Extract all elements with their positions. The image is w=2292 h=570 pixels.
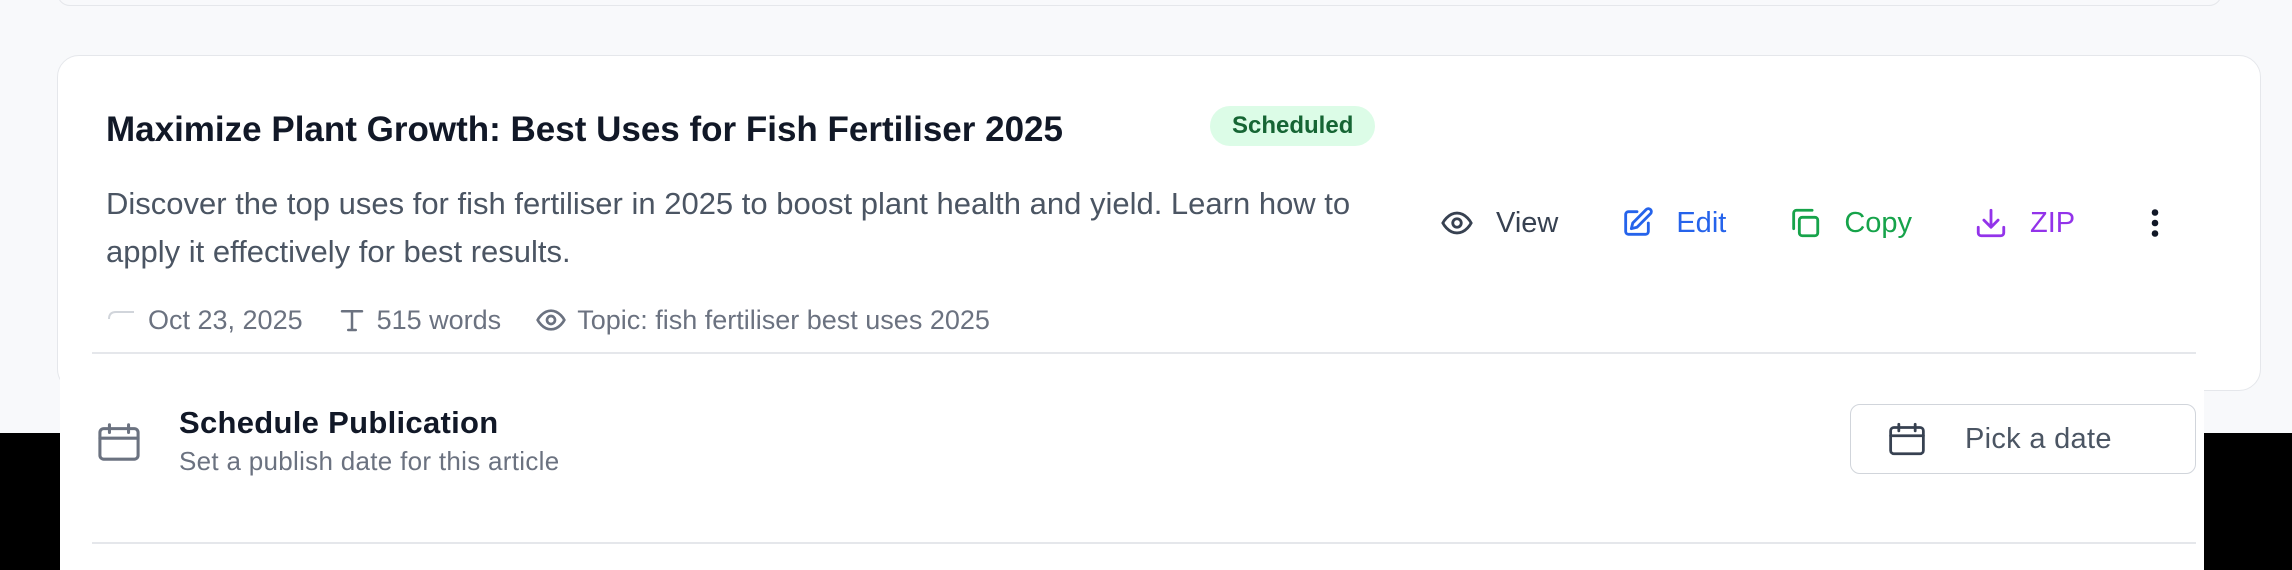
copy-button[interactable]: Copy [1788, 196, 1912, 250]
calendar-icon [108, 311, 134, 320]
more-vertical-icon [2151, 209, 2159, 237]
edit-button-label: Edit [1676, 206, 1727, 239]
meta-words-text: 515 words [376, 304, 502, 335]
meta-topic: Topic: fish fertiliser best uses 2025 [535, 304, 990, 336]
article-title[interactable]: Maximize Plant Growth: Best Uses for Fis… [106, 110, 1063, 150]
view-button-label: View [1496, 206, 1559, 239]
previous-article-card [57, 0, 2222, 6]
more-options-button[interactable] [2145, 196, 2187, 250]
calendar-icon [98, 423, 140, 461]
pencil-square-icon [1624, 207, 1654, 236]
article-actions: View Edit Copy ZIP [1440, 196, 2187, 250]
view-button[interactable]: View [1440, 196, 1558, 250]
pick-date-button[interactable]: Pick a date [1850, 404, 2196, 474]
copy-button-label: Copy [1844, 206, 1913, 239]
divider [92, 352, 2196, 354]
article-meta: Oct 23, 2025 515 words Topic: fish ferti… [106, 302, 1024, 338]
zip-download-button[interactable]: ZIP [1974, 196, 2075, 250]
meta-date: Oct 23, 2025 [106, 305, 303, 336]
meta-words: 515 words [337, 304, 502, 336]
eye-icon [1441, 211, 1473, 235]
schedule-title: Schedule Publication [179, 405, 499, 440]
pick-date-label: Pick a date [1965, 422, 2112, 455]
download-icon [1976, 208, 2006, 238]
divider [92, 542, 2196, 544]
text-icon [340, 310, 363, 332]
schedule-subtitle: Set a publish date for this article [179, 446, 560, 476]
edit-button[interactable]: Edit [1620, 196, 1726, 250]
calendar-icon [1889, 422, 1925, 456]
copy-icon [1792, 208, 1820, 238]
meta-topic-text: Topic: fish fertiliser best uses 2025 [577, 304, 990, 335]
meta-date-text: Oct 23, 2025 [148, 304, 303, 335]
eye-icon [536, 309, 567, 331]
status-badge: Scheduled [1210, 106, 1376, 146]
article-description: Discover the top uses for fish fertilise… [106, 186, 1351, 269]
zip-button-label: ZIP [2030, 206, 2076, 239]
